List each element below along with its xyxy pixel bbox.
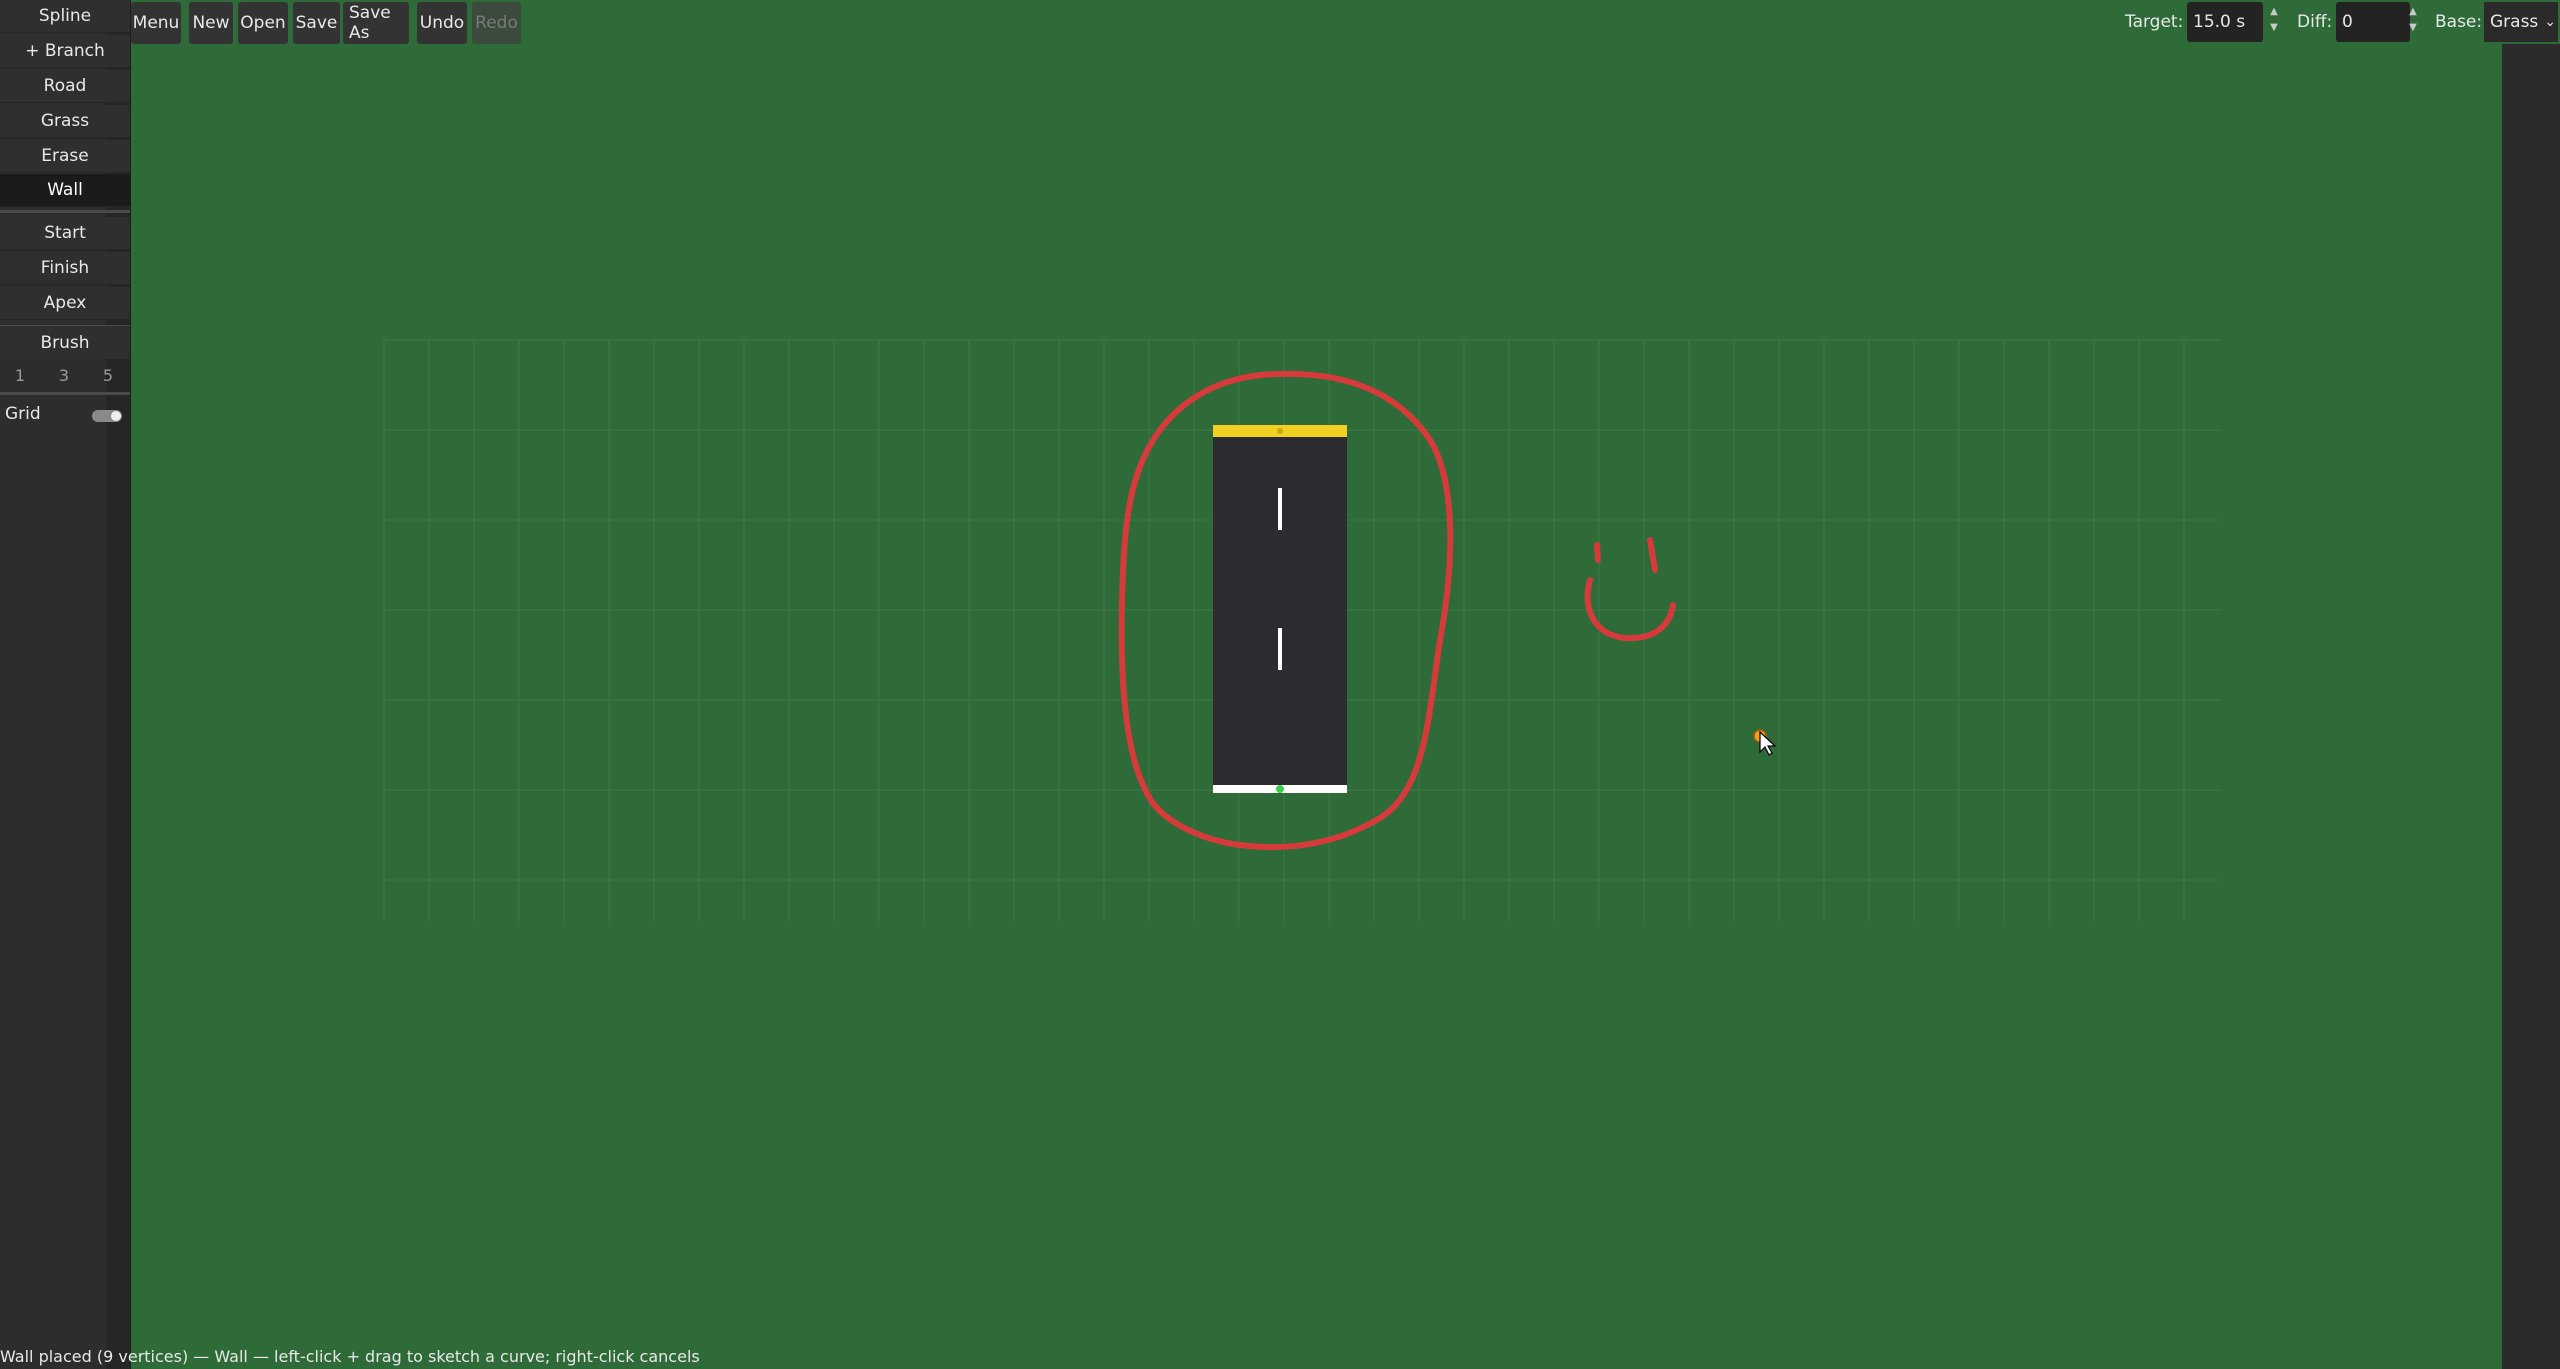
base-select-value: Grass — [2490, 12, 2539, 32]
editor-canvas[interactable] — [0, 0, 2560, 1369]
grid-label: Grid — [5, 404, 41, 424]
diff-label: Diff: — [2297, 12, 2333, 32]
target-label: Target: — [2125, 12, 2184, 32]
marker-apex-button[interactable]: Apex — [0, 287, 130, 320]
sidebar-divider — [0, 210, 130, 213]
brush-size-1[interactable]: 1 — [2, 360, 38, 390]
base-label: Base: — [2435, 12, 2483, 32]
brush-size-5[interactable]: 5 — [90, 360, 126, 390]
marker-start-button[interactable]: Start — [0, 217, 130, 250]
finish-line-center-dot — [1277, 428, 1283, 434]
cursor — [1753, 729, 1777, 756]
status-bar-text: Wall placed (9 vertices) — Wall — left-c… — [0, 1347, 700, 1366]
tool-spline-button[interactable]: Spline — [0, 0, 130, 33]
save-as-button[interactable]: Save As — [343, 2, 409, 44]
base-select[interactable]: Grass ⌄ — [2484, 2, 2558, 42]
target-spin-arrows-icon[interactable]: ▲ ▼ — [2267, 4, 2281, 40]
redo-button[interactable]: Redo — [472, 2, 521, 44]
open-button[interactable]: Open — [238, 2, 288, 44]
tool-branch-button[interactable]: + Branch — [0, 35, 130, 68]
save-button[interactable]: Save — [293, 2, 340, 44]
wall-eye-right — [1647, 537, 1658, 573]
start-line-center-dot — [1276, 785, 1284, 793]
wall-smile — [1584, 577, 1676, 642]
tool-road-button[interactable]: Road — [0, 70, 130, 103]
tool-erase-button[interactable]: Erase — [0, 140, 130, 173]
menu-button[interactable]: Menu — [131, 2, 181, 44]
wall-eye-left — [1594, 542, 1601, 563]
diff-spin-arrows-icon[interactable]: ▲ ▼ — [2406, 4, 2420, 40]
new-button[interactable]: New — [189, 2, 233, 44]
chevron-down-icon: ⌄ — [2544, 14, 2557, 30]
undo-button[interactable]: Undo — [417, 2, 467, 44]
brush-size-3[interactable]: 3 — [46, 360, 82, 390]
grid-toggle-knob — [111, 411, 121, 421]
target-time-input[interactable]: 15.0 s — [2187, 2, 2263, 42]
tool-sidebar: Spline + Branch Road Grass Erase Wall St… — [0, 0, 131, 1369]
mouse-pointer-icon — [1759, 730, 1777, 756]
right-panel-strip — [2502, 44, 2560, 1369]
sidebar-divider — [0, 392, 130, 395]
brush-heading: Brush — [0, 326, 130, 359]
lane-marking — [1278, 628, 1282, 670]
marker-finish-button[interactable]: Finish — [0, 252, 130, 285]
tool-grass-button[interactable]: Grass — [0, 105, 130, 138]
difficulty-input[interactable]: 0 — [2336, 2, 2410, 42]
lane-marking — [1278, 488, 1282, 530]
road-segment — [1213, 425, 1347, 793]
grid-toggle[interactable] — [92, 410, 122, 422]
tool-wall-button[interactable]: Wall — [0, 174, 130, 207]
